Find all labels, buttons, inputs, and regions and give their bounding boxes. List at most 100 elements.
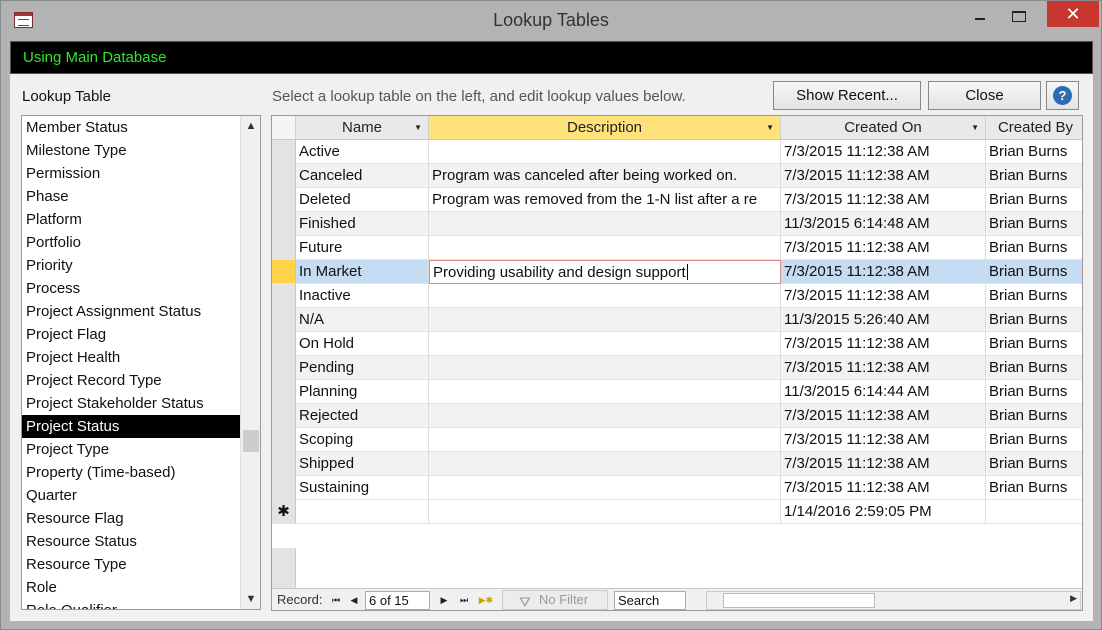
row-selector[interactable] [272, 428, 296, 452]
row-selector[interactable] [272, 476, 296, 500]
cell-created-on[interactable]: 7/3/2015 11:12:38 AM [781, 188, 986, 212]
row-selector[interactable] [272, 260, 296, 284]
row-selector[interactable] [272, 140, 296, 164]
first-record-icon[interactable]: ⏮ [328, 592, 344, 608]
cell-description[interactable] [429, 428, 781, 452]
row-selector[interactable] [272, 212, 296, 236]
new-cell-description[interactable] [429, 500, 781, 524]
cell-created-by[interactable]: Brian Burns [986, 428, 1082, 452]
cell-description[interactable] [429, 356, 781, 380]
close-button[interactable]: Close [928, 81, 1041, 110]
horizontal-scrollbar[interactable]: ▶ [706, 591, 1081, 610]
cell-created-by[interactable]: Brian Burns [986, 212, 1082, 236]
lookup-table-item[interactable]: Permission [22, 162, 240, 185]
cell-created-by[interactable]: Brian Burns [986, 332, 1082, 356]
cell-description[interactable] [429, 380, 781, 404]
lookup-table-item[interactable]: Process [22, 277, 240, 300]
table-row[interactable]: Finished 11/3/2015 6:14:48 AM Brian Burns [272, 212, 1082, 236]
cell-created-on[interactable]: 7/3/2015 11:12:38 AM [781, 332, 986, 356]
lookup-table-item[interactable]: Portfolio [22, 231, 240, 254]
table-row[interactable]: Inactive 7/3/2015 11:12:38 AM Brian Burns [272, 284, 1082, 308]
cell-name[interactable]: Deleted [296, 188, 429, 212]
row-selector[interactable] [272, 356, 296, 380]
cell-created-by[interactable]: Brian Burns [986, 380, 1082, 404]
lookup-table-item[interactable]: Project Type [22, 438, 240, 461]
cell-created-on[interactable]: 7/3/2015 11:12:38 AM [781, 356, 986, 380]
lookup-values-datasheet[interactable]: Name ▼ Description ▼ Created On ▼ Created By A… [271, 115, 1083, 611]
cell-description[interactable] [429, 332, 781, 356]
last-record-icon[interactable]: ⏭ [456, 592, 472, 608]
scroll-up-icon[interactable]: ▲ [241, 116, 260, 136]
cell-name[interactable]: Scoping [296, 428, 429, 452]
table-row[interactable]: Active 7/3/2015 11:12:38 AM Brian Burns [272, 140, 1082, 164]
cell-created-by[interactable]: Brian Burns [986, 356, 1082, 380]
cell-name[interactable]: Pending [296, 356, 429, 380]
row-selector[interactable] [272, 380, 296, 404]
select-all-corner[interactable] [272, 116, 296, 140]
lookup-table-item[interactable]: Role [22, 576, 240, 599]
cell-created-by[interactable]: Brian Burns [986, 404, 1082, 428]
cell-description[interactable] [429, 452, 781, 476]
table-row[interactable]: Future 7/3/2015 11:12:38 AM Brian Burns [272, 236, 1082, 260]
column-dropdown-icon[interactable]: ▼ [414, 123, 422, 132]
row-selector[interactable] [272, 284, 296, 308]
help-button[interactable]: ? [1046, 81, 1079, 110]
new-cell-created-on[interactable]: 1/14/2016 2:59:05 PM [781, 500, 986, 524]
cell-created-by[interactable]: Brian Burns [986, 188, 1082, 212]
cell-name[interactable]: Future [296, 236, 429, 260]
row-selector[interactable] [272, 308, 296, 332]
column-header-description[interactable]: Description ▼ [429, 116, 781, 140]
cell-created-by[interactable]: Brian Burns [986, 140, 1082, 164]
lookup-table-item[interactable]: Platform [22, 208, 240, 231]
cell-description[interactable] [429, 236, 781, 260]
cell-name[interactable]: Active [296, 140, 429, 164]
row-selector[interactable] [272, 236, 296, 260]
row-selector[interactable] [272, 452, 296, 476]
cell-name[interactable]: Inactive [296, 284, 429, 308]
cell-name[interactable]: In Market [296, 260, 429, 284]
table-row[interactable]: On Hold 7/3/2015 11:12:38 AM Brian Burns [272, 332, 1082, 356]
cell-description[interactable]: Program was removed from the 1-N list af… [429, 188, 781, 212]
cell-created-on[interactable]: 7/3/2015 11:12:38 AM [781, 260, 986, 284]
current-record-input[interactable]: 6 of 15 [365, 591, 430, 610]
row-selector[interactable] [272, 164, 296, 188]
new-record-row[interactable]: ✱ 1/14/2016 2:59:05 PM [272, 500, 1082, 524]
lookup-table-item[interactable]: Phase [22, 185, 240, 208]
table-row[interactable]: Planning 11/3/2015 6:14:44 AM Brian Burns [272, 380, 1082, 404]
new-cell-name[interactable] [296, 500, 429, 524]
cell-created-on[interactable]: 7/3/2015 11:12:38 AM [781, 428, 986, 452]
cell-description[interactable] [429, 212, 781, 236]
table-row[interactable]: N/A 11/3/2015 5:26:40 AM Brian Burns [272, 308, 1082, 332]
table-row[interactable]: Canceled Program was canceled after being… [272, 164, 1082, 188]
lookup-table-item[interactable]: Priority [22, 254, 240, 277]
list-scroll-thumb[interactable] [243, 430, 259, 452]
lookup-table-item[interactable]: Project Flag [22, 323, 240, 346]
cell-description[interactable] [429, 284, 781, 308]
table-row[interactable]: Pending 7/3/2015 11:12:38 AM Brian Burns [272, 356, 1082, 380]
new-record-marker[interactable]: ✱ [272, 500, 296, 524]
cell-created-on[interactable]: 11/3/2015 5:26:40 AM [781, 308, 986, 332]
cell-name[interactable]: Finished [296, 212, 429, 236]
lookup-table-list[interactable]: Member Status Milestone Type Permission Pha… [21, 115, 261, 610]
minimize-button[interactable] [958, 1, 1002, 31]
cell-name[interactable]: N/A [296, 308, 429, 332]
table-row[interactable]: Scoping 7/3/2015 11:12:38 AM Brian Burns [272, 428, 1082, 452]
cell-name[interactable]: Shipped [296, 452, 429, 476]
filter-toggle[interactable]: ⛛ No Filter [502, 590, 608, 610]
cell-description[interactable]: Providing usability and design support [429, 260, 781, 284]
cell-description[interactable] [429, 404, 781, 428]
table-row[interactable]: Shipped 7/3/2015 11:12:38 AM Brian Burns [272, 452, 1082, 476]
show-recent-button[interactable]: Show Recent... [773, 81, 921, 110]
cell-created-on[interactable]: 7/3/2015 11:12:38 AM [781, 284, 986, 308]
search-box[interactable]: Search [614, 591, 686, 610]
window-close-button[interactable]: ✕ [1047, 1, 1099, 27]
table-row[interactable]: Rejected 7/3/2015 11:12:38 AM Brian Burns [272, 404, 1082, 428]
next-record-icon[interactable]: ▶ [436, 592, 452, 608]
column-dropdown-icon[interactable]: ▼ [971, 123, 979, 132]
row-selector[interactable] [272, 404, 296, 428]
cell-created-on[interactable]: 7/3/2015 11:12:38 AM [781, 164, 986, 188]
cell-description[interactable] [429, 140, 781, 164]
cell-name[interactable]: Canceled [296, 164, 429, 188]
cell-name[interactable]: Sustaining [296, 476, 429, 500]
lookup-table-item[interactable]: Quarter [22, 484, 240, 507]
